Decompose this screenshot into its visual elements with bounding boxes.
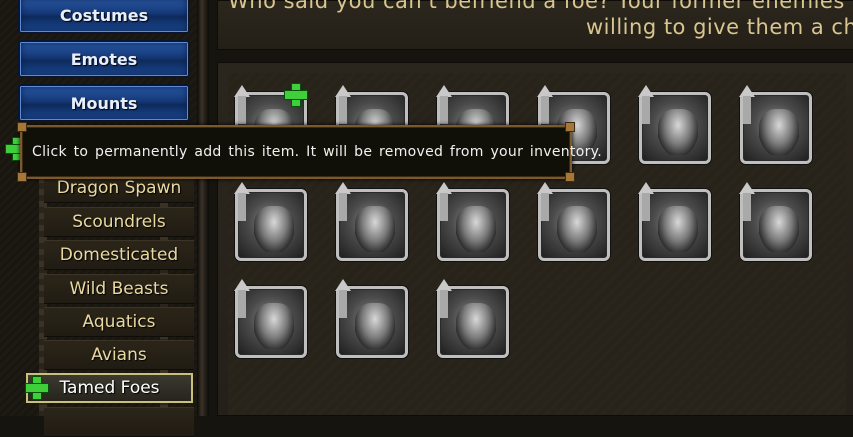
mounts-label: Mounts <box>70 93 138 113</box>
category-tamed-foes[interactable]: Tamed Foes <box>26 373 193 403</box>
item-slot[interactable] <box>436 182 509 261</box>
mounts-button[interactable]: Mounts <box>18 84 190 122</box>
category-label: Wild Beasts <box>69 279 169 299</box>
tooltip-text: Click to permanently add this item. It w… <box>32 144 602 160</box>
arrow-up-icon <box>436 85 452 125</box>
category-wild-beasts[interactable]: Wild Beasts <box>44 274 194 304</box>
item-slot[interactable] <box>234 279 307 358</box>
arrow-up-icon <box>638 182 654 222</box>
tooltip-corner <box>565 122 575 132</box>
description-panel: Who said you can't befriend a foe? Your … <box>217 0 853 50</box>
arrow-up-icon <box>436 182 452 222</box>
category-domesticated[interactable]: Domesticated <box>44 240 194 270</box>
tamed-foe-icon-7 <box>254 206 294 252</box>
arrow-up-icon <box>234 279 250 319</box>
tamed-foe-icon-12 <box>759 206 799 252</box>
arrow-up-icon <box>335 182 351 222</box>
tamed-foe-icon-14 <box>355 303 395 349</box>
plus-icon <box>26 377 48 399</box>
item-slot[interactable] <box>234 182 307 261</box>
tooltip: Click to permanently add this item. It w… <box>17 122 602 182</box>
tamed-foe-icon-10 <box>557 206 597 252</box>
arrow-up-icon <box>335 279 351 319</box>
add-item-plus-icon[interactable] <box>285 84 311 110</box>
costumes-label: Costumes <box>59 5 149 25</box>
item-slot[interactable] <box>335 279 408 358</box>
item-slot[interactable] <box>739 85 812 164</box>
category-label: Scoundrels <box>72 212 166 232</box>
arrow-up-icon <box>638 85 654 125</box>
sidebar-divider <box>197 0 209 416</box>
tamed-foe-icon-5 <box>658 109 698 155</box>
tamed-foe-icon-11 <box>658 206 698 252</box>
category-label: Aquatics <box>82 312 156 332</box>
tamed-foe-icon-9 <box>456 206 496 252</box>
item-slot[interactable] <box>638 182 711 261</box>
tamed-foe-icon-13 <box>254 303 294 349</box>
arrow-up-icon <box>739 182 755 222</box>
tooltip-corner <box>17 172 27 182</box>
category-label: Dragon Spawn <box>56 178 182 198</box>
category-label: Domesticated <box>59 245 179 265</box>
item-slot[interactable] <box>739 182 812 261</box>
item-slot[interactable] <box>335 182 408 261</box>
arrow-up-icon <box>537 182 553 222</box>
arrow-up-icon <box>739 85 755 125</box>
description-line-1: Who said you can't befriend a foe? Your … <box>228 0 853 13</box>
category-scoundrels[interactable]: Scoundrels <box>44 207 194 237</box>
tooltip-corner <box>565 172 575 182</box>
costumes-button[interactable]: Costumes <box>18 0 190 34</box>
category-aquatics[interactable]: Aquatics <box>44 307 194 337</box>
category-label: Tamed Foes <box>59 378 160 398</box>
category-label: Avians <box>91 345 147 365</box>
category-next[interactable] <box>44 407 194 437</box>
emotes-label: Emotes <box>70 49 138 69</box>
arrow-up-icon <box>436 279 452 319</box>
category-avians[interactable]: Avians <box>44 340 194 370</box>
item-slot[interactable] <box>638 85 711 164</box>
tooltip-corner <box>17 122 27 132</box>
tamed-foe-icon-15 <box>456 303 496 349</box>
description-line-2: willing to give them a cha <box>586 15 853 39</box>
arrow-up-icon <box>335 85 351 125</box>
tamed-foe-icon-6 <box>759 109 799 155</box>
arrow-up-icon <box>234 182 250 222</box>
tamed-foe-icon-8 <box>355 206 395 252</box>
item-slot[interactable] <box>436 279 509 358</box>
emotes-button[interactable]: Emotes <box>18 40 190 78</box>
arrow-up-icon <box>234 85 250 125</box>
arrow-up-icon <box>537 85 553 125</box>
item-slot[interactable] <box>537 182 610 261</box>
